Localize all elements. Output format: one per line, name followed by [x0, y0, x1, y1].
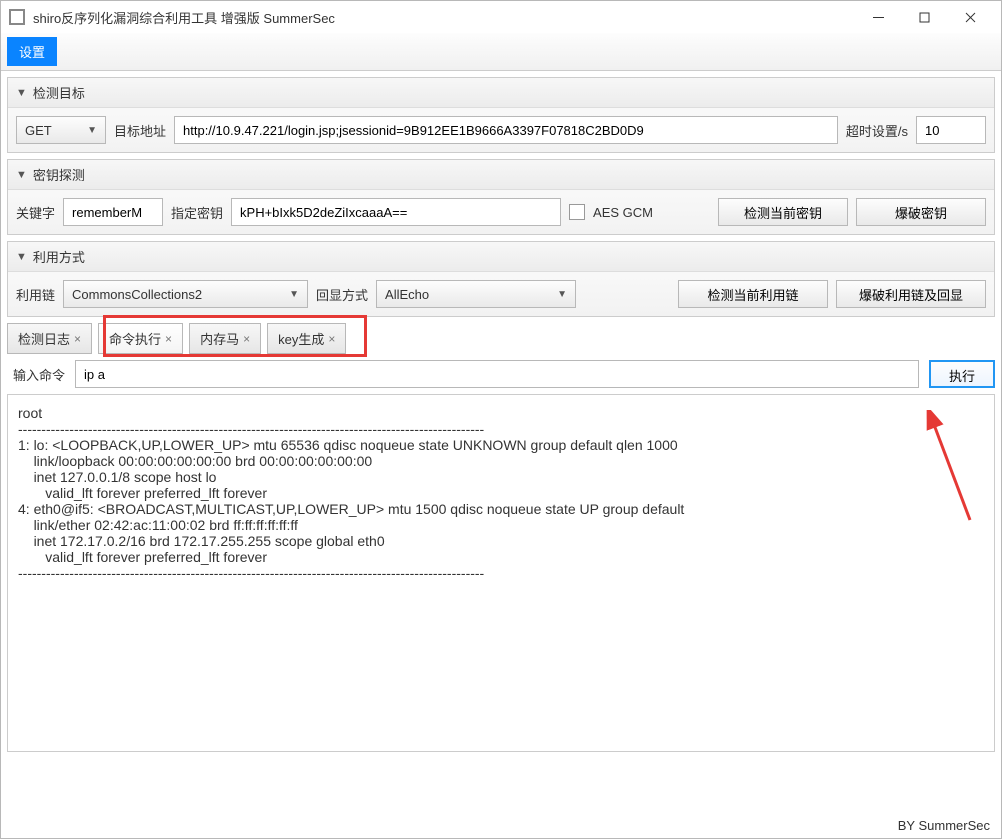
- aes-label: AES GCM: [593, 205, 653, 220]
- section-detect-target: ▼ 检测目标 GET ▼ 目标地址 超时设置/s: [7, 77, 995, 153]
- section-title: 密钥探测: [33, 165, 85, 184]
- tab-memshell[interactable]: 内存马 ×: [189, 323, 261, 354]
- settings-button[interactable]: 设置: [7, 37, 57, 66]
- keyword-input[interactable]: [63, 198, 163, 226]
- titlebar: shiro反序列化漏洞综合利用工具 增强版 SummerSec: [1, 1, 1001, 33]
- timeout-input[interactable]: [916, 116, 986, 144]
- tab-label: key生成: [278, 329, 324, 348]
- chevron-down-icon: ▼: [16, 251, 27, 263]
- key-input[interactable]: [231, 198, 561, 226]
- target-url-input[interactable]: [174, 116, 838, 144]
- http-method-select[interactable]: GET ▼: [16, 116, 106, 144]
- section-header-exploit[interactable]: ▼ 利用方式: [8, 242, 994, 272]
- echo-value: AllEcho: [385, 287, 429, 302]
- tab-keygen[interactable]: key生成 ×: [267, 323, 346, 354]
- menubar: 设置: [1, 33, 1001, 71]
- section-title: 检测目标: [33, 83, 85, 102]
- minimize-button[interactable]: [855, 1, 901, 33]
- chevron-down-icon: ▼: [289, 289, 299, 300]
- close-icon[interactable]: ×: [328, 332, 335, 346]
- echo-label: 回显方式: [316, 285, 368, 304]
- chain-select[interactable]: CommonsCollections2 ▼: [63, 280, 308, 308]
- section-title: 利用方式: [33, 247, 85, 266]
- target-label: 目标地址: [114, 121, 166, 140]
- section-exploit: ▼ 利用方式 利用链 CommonsCollections2 ▼ 回显方式 Al…: [7, 241, 995, 317]
- brute-chain-button[interactable]: 爆破利用链及回显: [836, 280, 986, 308]
- tab-log[interactable]: 检测日志 ×: [7, 323, 92, 354]
- app-icon: [9, 9, 25, 25]
- check-key-button[interactable]: 检测当前密钥: [718, 198, 848, 226]
- tabs-row: 检测日志 × 命令执行 × 内存马 × key生成 ×: [7, 323, 995, 354]
- tab-label: 命令执行: [109, 329, 161, 348]
- chevron-down-icon: ▼: [557, 289, 567, 300]
- maximize-button[interactable]: [901, 1, 947, 33]
- section-header-key[interactable]: ▼ 密钥探测: [8, 160, 994, 190]
- section-key-detect: ▼ 密钥探测 关键字 指定密钥 AES GCM 检测当前密钥 爆破密钥: [7, 159, 995, 235]
- tab-exec[interactable]: 命令执行 ×: [98, 323, 183, 354]
- close-icon[interactable]: ×: [165, 332, 172, 346]
- close-icon[interactable]: ×: [74, 332, 81, 346]
- chain-label: 利用链: [16, 285, 55, 304]
- window-title: shiro反序列化漏洞综合利用工具 增强版 SummerSec: [33, 8, 855, 27]
- chevron-down-icon: ▼: [16, 87, 27, 99]
- tab-label: 检测日志: [18, 329, 70, 348]
- section-header-detect[interactable]: ▼ 检测目标: [8, 78, 994, 108]
- execute-button[interactable]: 执行: [929, 360, 995, 388]
- brute-key-button[interactable]: 爆破密钥: [856, 198, 986, 226]
- check-chain-button[interactable]: 检测当前利用链: [678, 280, 828, 308]
- command-row: 输入命令 执行: [7, 360, 995, 388]
- chain-value: CommonsCollections2: [72, 287, 202, 302]
- chevron-down-icon: ▼: [87, 125, 97, 136]
- key-label: 指定密钥: [171, 203, 223, 222]
- output-textarea[interactable]: root -----------------------------------…: [7, 394, 995, 752]
- aes-gcm-checkbox[interactable]: [569, 204, 585, 220]
- close-button[interactable]: [947, 1, 993, 33]
- tab-label: 内存马: [200, 329, 239, 348]
- close-icon[interactable]: ×: [243, 332, 250, 346]
- echo-select[interactable]: AllEcho ▼: [376, 280, 576, 308]
- cmd-label: 输入命令: [13, 365, 65, 384]
- chevron-down-icon: ▼: [16, 169, 27, 181]
- keyword-label: 关键字: [16, 203, 55, 222]
- method-value: GET: [25, 123, 52, 138]
- command-input[interactable]: [75, 360, 919, 388]
- timeout-label: 超时设置/s: [846, 121, 908, 140]
- footer-credit: BY SummerSec: [898, 818, 990, 833]
